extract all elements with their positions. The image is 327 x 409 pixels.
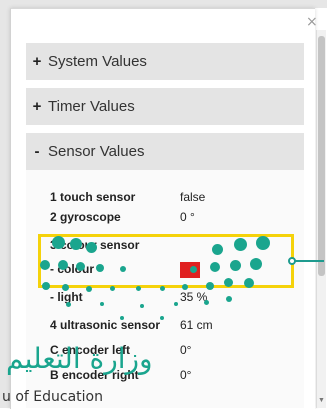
sensor-name: 1 touch sensor (50, 190, 136, 204)
expand-icon: + (32, 53, 42, 70)
scrollbar[interactable]: ▼ (316, 30, 326, 408)
sensor-name: 2 gyroscope (50, 210, 121, 224)
expand-icon: + (32, 98, 42, 115)
section-label: Sensor Values (48, 143, 145, 160)
watermark-arabic-text: وزارة التعليم (6, 342, 153, 375)
sensor-value: false (180, 190, 206, 204)
sensor-value: 0 ° (180, 210, 195, 224)
watermark-latin-text: u of Education (2, 389, 103, 405)
close-icon[interactable]: × (306, 14, 318, 30)
section-label: System Values (48, 53, 147, 70)
callout-line (294, 260, 324, 262)
collapse-icon: - (34, 143, 40, 160)
sensor-value: 0° (180, 368, 192, 382)
sensor-value: 35 % (180, 290, 208, 304)
sensor-row: 4 ultrasonic sensor 61 cm (50, 318, 300, 338)
window-frame-top (0, 0, 327, 8)
sensor-row: - light 35 % (50, 290, 300, 310)
sensor-value: 61 cm (180, 318, 213, 332)
sensor-value (180, 262, 200, 278)
section-label: Timer Values (48, 98, 135, 115)
section-sensor-values[interactable]: - Sensor Values (26, 133, 304, 170)
sensor-row: 3 colour sensor (50, 238, 300, 258)
sensor-value: 0° (180, 343, 192, 357)
section-timer-values[interactable]: + Timer Values (26, 88, 304, 125)
sensor-name: 3 colour sensor (50, 238, 140, 252)
sensor-name: 4 ultrasonic sensor (50, 318, 161, 332)
sensor-name: - light (50, 290, 83, 304)
scroll-down-icon[interactable]: ▼ (317, 397, 326, 404)
sensor-row: 1 touch sensor false (50, 190, 300, 210)
colour-swatch (180, 262, 200, 278)
sensor-row: - colour (50, 262, 300, 282)
scrollbar-thumb[interactable] (318, 36, 325, 276)
sensor-row: 2 gyroscope 0 ° (50, 210, 300, 230)
callout-dot (288, 257, 296, 265)
sensor-name: - colour (50, 262, 94, 276)
section-system-values[interactable]: + System Values (26, 43, 304, 80)
